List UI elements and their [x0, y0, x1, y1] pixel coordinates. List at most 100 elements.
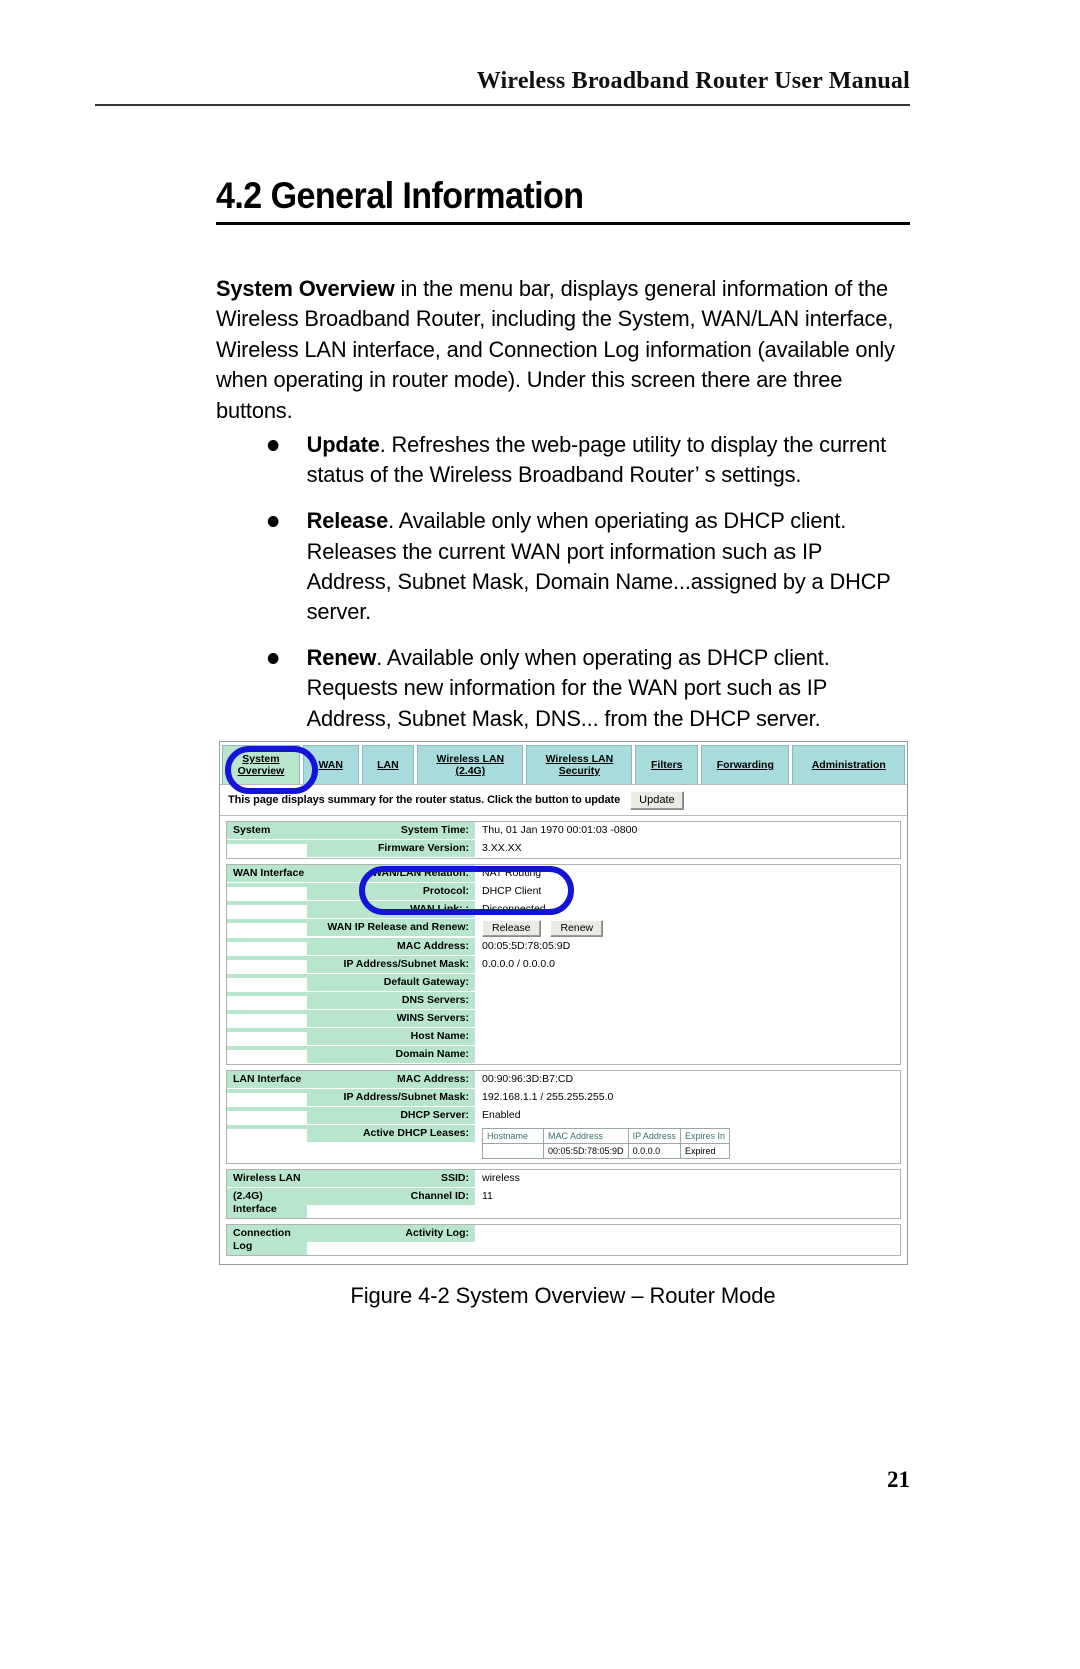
- field-value-channel-id: 11: [482, 1190, 493, 1202]
- field-label: WINS Servers:: [307, 1010, 475, 1027]
- field-value-dns-servers: [475, 992, 900, 1005]
- field-label: WAN Link: :: [307, 901, 475, 918]
- wireless-lan-section: Wireless LAN SSID: wireless (2.4G) Inter…: [226, 1169, 901, 1219]
- list-item-term: Update: [306, 432, 380, 457]
- field-label: WAN IP Release and Renew:: [307, 919, 475, 936]
- cell-mac-address: 00:05:5D:78:05:9D: [543, 1143, 629, 1159]
- field-label: Default Gateway:: [307, 974, 475, 991]
- column-header-mac-address: MAC Address: [543, 1128, 629, 1144]
- field-value-lan-ip-subnet: 192.168.1.1 / 255.255.255.0: [482, 1091, 614, 1103]
- instruction-bar: This page displays summary for the route…: [220, 785, 907, 816]
- cell-hostname: [482, 1143, 544, 1159]
- spacer: [227, 901, 307, 905]
- field-label: Host Name:: [307, 1028, 475, 1045]
- header-divider: [95, 104, 910, 106]
- spacer: [227, 992, 307, 996]
- field-label: IP Address/Subnet Mask:: [307, 1089, 475, 1106]
- tab-label-line1: Administration: [811, 759, 886, 771]
- field-label: Domain Name:: [307, 1046, 475, 1063]
- spacer: [227, 956, 307, 960]
- router-ui-screenshot: System Overview WAN LAN Wireless LAN (2.…: [219, 741, 908, 1265]
- table-row: Firmware Version: 3.XX.XX: [227, 840, 900, 858]
- spacer: [227, 1089, 307, 1093]
- field-value-wan-lan-relation: NAT Routing: [482, 867, 542, 879]
- main-navigation-tabs: System Overview WAN LAN Wireless LAN (2.…: [220, 742, 907, 785]
- field-label: MAC Address:: [307, 1071, 475, 1088]
- column-header-ip-address: IP Address: [627, 1128, 681, 1144]
- spacer: [227, 938, 307, 942]
- table-row: WAN Link: : Disconnected: [227, 901, 900, 919]
- field-value-protocol: DHCP Client: [482, 885, 542, 897]
- field-label: IP Address/Subnet Mask:: [307, 956, 475, 973]
- page-title: 4.2 General Information: [216, 175, 584, 216]
- field-value-wan-link: Disconnected: [482, 903, 546, 915]
- update-button[interactable]: Update: [630, 790, 684, 810]
- field-label: SSID:: [307, 1170, 475, 1187]
- table-row: LAN Interface MAC Address: 00:90:96:3D:B…: [227, 1071, 900, 1089]
- table-row: Domain Name:: [227, 1046, 900, 1064]
- field-value-default-gateway: [475, 974, 900, 987]
- release-button[interactable]: Release: [482, 920, 541, 937]
- field-label: Protocol:: [307, 883, 475, 900]
- button-description-list: Update. Refreshes the web-page utility t…: [262, 430, 922, 750]
- table-row: Active DHCP Leases: Hostname MAC Address…: [227, 1125, 900, 1163]
- table-row: WAN Interface WAN/LAN Relation: NAT Rout…: [227, 865, 900, 883]
- table-row: Host Name:: [227, 1028, 900, 1046]
- field-value-lan-mac-address: 00:90:96:3D:B7:CD: [482, 1073, 574, 1085]
- tab-label-line1: Wireless LAN: [545, 753, 614, 765]
- wan-release-renew-controls: Release Renew: [475, 919, 900, 938]
- list-item-term: Release: [306, 508, 389, 534]
- cell-ip-address: 0.0.0.0: [627, 1143, 681, 1159]
- column-header-expires-in: Expires In: [679, 1128, 730, 1144]
- list-item: Update. Refreshes the web-page utility t…: [262, 430, 902, 490]
- intro-paragraph: System Overview in the menu bar, display…: [216, 274, 895, 427]
- spacer: [227, 919, 307, 923]
- list-item: Release. Available only when operiating …: [262, 506, 902, 627]
- field-value-wan-mac-address: 00:05:5D:78:05:9D: [482, 940, 571, 952]
- field-value-dhcp-server: Enabled: [482, 1109, 521, 1121]
- field-value-wan-ip-subnet: 0.0.0.0 / 0.0.0.0: [482, 958, 555, 970]
- tab-wan[interactable]: WAN: [302, 745, 359, 784]
- section-title-wan: WAN Interface: [227, 865, 307, 882]
- bullet-icon: [267, 440, 279, 451]
- wan-interface-section: WAN Interface WAN/LAN Relation: NAT Rout…: [226, 864, 901, 1065]
- section-title-wireless-lan: Wireless LAN: [227, 1170, 307, 1187]
- tab-filters[interactable]: Filters: [635, 745, 699, 784]
- tab-wireless-lan-security[interactable]: Wireless LAN Security: [526, 745, 633, 784]
- system-section: System System Time: Thu, 01 Jan 1970 00:…: [226, 821, 901, 859]
- connection-log-section: Connection Log Activity Log:: [226, 1224, 901, 1256]
- bullet-icon: [267, 516, 279, 528]
- section-title-connection-log: Connection Log: [227, 1225, 307, 1255]
- tab-wireless-lan-24g[interactable]: Wireless LAN (2.4G): [417, 745, 524, 784]
- field-label: DHCP Server:: [307, 1107, 475, 1124]
- field-value-wins-servers: [475, 1010, 900, 1023]
- table-row: MAC Address: 00:05:5D:78:05:9D: [227, 938, 900, 956]
- table-header-row: Hostname MAC Address IP Address Expires …: [482, 1128, 730, 1144]
- lan-interface-section: LAN Interface MAC Address: 00:90:96:3D:B…: [226, 1070, 901, 1164]
- field-label: System Time:: [307, 822, 475, 839]
- tab-label-line1: System: [242, 753, 280, 765]
- list-item: Renew. Available only when operating as …: [262, 643, 902, 734]
- tab-system-overview[interactable]: System Overview: [222, 745, 300, 784]
- tab-label-line1: LAN: [377, 759, 399, 771]
- tab-administration[interactable]: Administration: [792, 745, 906, 784]
- field-label: WAN/LAN Relation:: [307, 865, 475, 882]
- table-row: Connection Log Activity Log:: [227, 1225, 900, 1255]
- tab-forwarding[interactable]: Forwarding: [701, 745, 790, 784]
- tab-lan[interactable]: LAN: [361, 745, 415, 784]
- renew-button[interactable]: Renew: [550, 920, 604, 937]
- bullet-icon: [267, 653, 279, 665]
- tab-label-line2: Security: [558, 765, 601, 777]
- list-item-text: . Available only when operiating as DHCP…: [306, 508, 891, 625]
- heading-divider: [216, 222, 910, 225]
- page-number: 21: [887, 1467, 910, 1492]
- table-row: 00:05:5D:78:05:9D 0.0.0.0 Expired: [482, 1143, 730, 1159]
- list-item-text: . Available only when operating as DHCP …: [306, 645, 830, 731]
- spacer: [227, 974, 307, 978]
- table-row: IP Address/Subnet Mask: 0.0.0.0 / 0.0.0.…: [227, 956, 900, 974]
- active-dhcp-leases-cell: Hostname MAC Address IP Address Expires …: [475, 1125, 900, 1163]
- section-title-system: System: [227, 822, 307, 839]
- table-row: Protocol: DHCP Client: [227, 883, 900, 901]
- spacer: [227, 1046, 307, 1050]
- field-value-system-time: Thu, 01 Jan 1970 00:01:03 -0800: [482, 824, 638, 836]
